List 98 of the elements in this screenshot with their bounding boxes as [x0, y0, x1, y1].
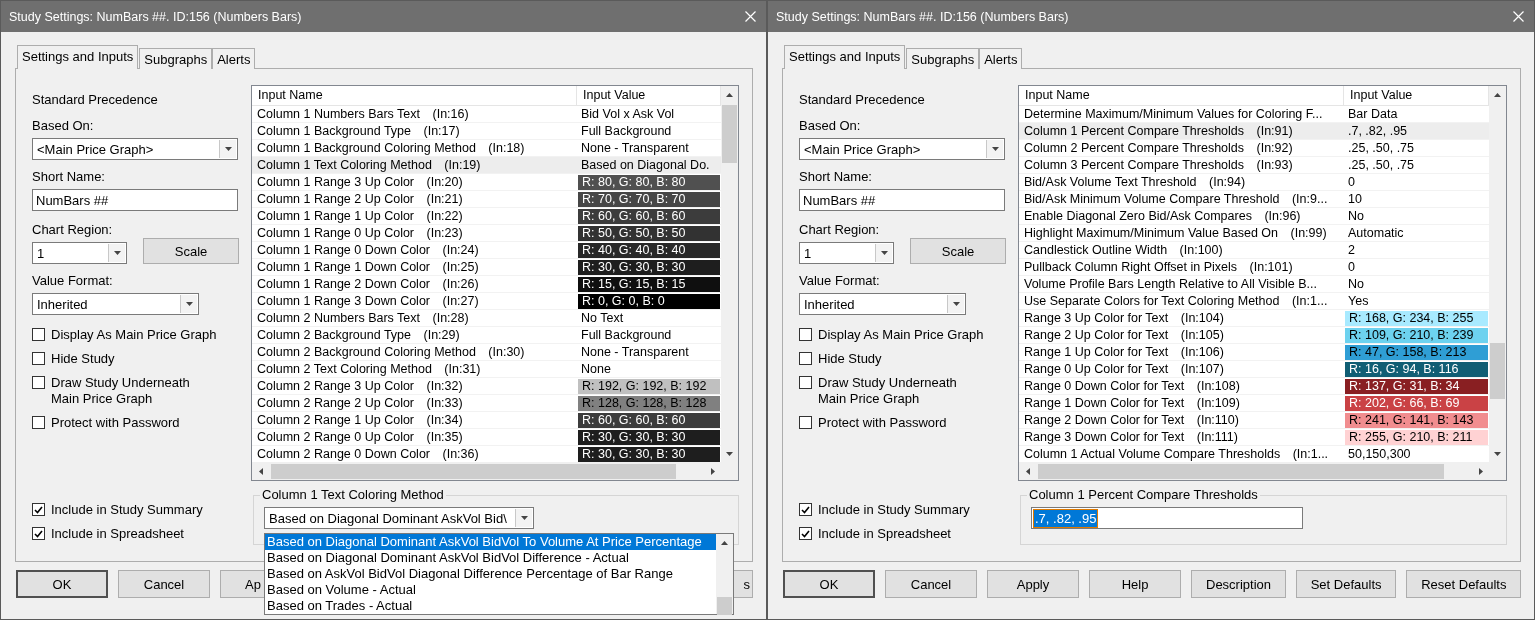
input-name-cell-text: Range 2 Up Color for Text (In:105) [1023, 327, 1225, 343]
input-name-cell-text: Column 1 Background Type (In:17) [256, 123, 461, 139]
input-name-cell-text: Column 1 Numbers Bars Text (In:16) [256, 106, 470, 122]
input-value-cell-text: 0 [1347, 259, 1356, 275]
input-name-cell-text: Column 2 Text Coloring Method (In:31) [256, 361, 482, 377]
input-name-cell-text: Volume Profile Bars Length Relative to All Visible B... [1023, 276, 1318, 292]
color-value-cell: R: 30, G: 30, B: 30 [577, 259, 721, 275]
input-value-cell-text: Bid Vol x Ask Vol [580, 106, 676, 122]
input-name-cell-text: Range 2 Down Color for Text (In:110) [1023, 412, 1240, 428]
input-name-cell-text: Range 1 Up Color for Text (In:106) [1023, 344, 1225, 360]
input-name-cell-text: Column 1 Range 0 Down Color (In:24) [256, 242, 480, 258]
input-value-cell-text: 50,150,300 [1347, 446, 1412, 462]
field-label: Based On: [799, 118, 862, 134]
input-value-cell-text: 2 [1347, 242, 1356, 258]
field-label: Value Format: [799, 273, 881, 289]
window-title: Study Settings: NumBars ##. ID:156 (Numbers Bars) [776, 9, 1069, 24]
group-title: Column 1 Text Coloring Method [261, 487, 445, 503]
precedence-label: Standard Precedence [799, 92, 926, 108]
color-value-cell: R: 47, G: 158, B: 213 [1344, 344, 1489, 360]
input-value-cell-text: Bar Data [1347, 106, 1399, 122]
input-value-cell-text: Full Background [580, 123, 673, 139]
input-name-cell-text: Range 1 Down Color for Text (In:109) [1023, 395, 1241, 411]
input-name-cell-text: Column 1 Range 2 Up Color (In:21) [256, 191, 464, 207]
input-name-cell-text: Column 2 Background Coloring Method (In:30) [256, 344, 526, 360]
group-title: Column 1 Percent Compare Thresholds [1028, 487, 1259, 503]
field-label: Short Name: [32, 169, 106, 185]
input-name-cell-text: Column 2 Percent Compare Thresholds (In:92) [1023, 140, 1294, 156]
input-name-cell-text: Column 2 Background Type (In:29) [256, 327, 461, 343]
field-label: Value Format: [32, 273, 114, 289]
input-value-cell-text: .7, .82, .95 [1347, 123, 1409, 139]
color-value-cell: R: 109, G: 210, B: 239 [1344, 327, 1489, 343]
field-label: Chart Region: [32, 222, 114, 238]
input-name-cell-text: Column 1 Range 1 Down Color (In:25) [256, 259, 480, 275]
input-name-cell-text: Highlight Maximum/Minimum Value Based On (In:99) [1023, 225, 1328, 241]
color-value-cell: R: 60, G: 60, B: 60 [577, 412, 721, 428]
input-name-cell-text: Range 0 Down Color for Text (In:108) [1023, 378, 1241, 394]
precedence-label: Standard Precedence [32, 92, 159, 108]
input-value-cell-text: None - Transparent [580, 344, 690, 360]
input-name-cell-text: Determine Maximum/Minimum Values for Coloring F... [1023, 106, 1324, 122]
input-value-cell-text: None [580, 361, 612, 377]
color-value-cell: R: 70, G: 70, B: 70 [577, 191, 721, 207]
input-name-cell-text: Column 2 Range 1 Up Color (In:34) [256, 412, 464, 428]
input-name-cell-text: Column 1 Range 3 Up Color (In:20) [256, 174, 464, 190]
input-value-cell-text: 0 [1347, 174, 1356, 190]
input-name-cell-text: Range 3 Down Color for Text (In:111) [1023, 429, 1239, 445]
input-name-cell-text: Column 2 Range 0 Up Color (In:35) [256, 429, 464, 445]
color-value-cell: R: 15, G: 15, B: 15 [577, 276, 721, 292]
input-name-cell-text: Range 3 Up Color for Text (In:104) [1023, 310, 1225, 326]
input-value-cell-text: .25, .50, .75 [1347, 157, 1416, 173]
color-value-cell: R: 202, G: 66, B: 69 [1344, 395, 1489, 411]
color-value-cell: R: 241, G: 141, B: 143 [1344, 412, 1489, 428]
input-name-cell-text: Column 1 Percent Compare Thresholds (In:91) [1023, 123, 1294, 139]
input-name-cell-text: Column 1 Background Coloring Method (In:18) [256, 140, 526, 156]
color-value-cell: R: 168, G: 234, B: 255 [1344, 310, 1489, 326]
color-value-cell: R: 128, G: 128, B: 128 [577, 395, 721, 411]
input-name-cell-text: Bid/Ask Minimum Volume Compare Threshold (In:9... [1023, 191, 1329, 207]
input-value-cell-text: .25, .50, .75 [1347, 140, 1416, 156]
input-value-cell-text: Based on Diagonal Do. [580, 157, 711, 173]
input-name-cell-text: Column 1 Text Coloring Method (In:19) [256, 157, 482, 173]
color-value-cell: R: 192, G: 192, B: 192 [577, 378, 721, 394]
input-value-cell-text: None - Transparent [580, 140, 690, 156]
input-value-cell-text: No Text [580, 310, 625, 326]
input-value-cell-text: No [1347, 208, 1365, 224]
color-value-cell: R: 80, G: 80, B: 80 [577, 174, 721, 190]
color-value-cell: R: 137, G: 31, B: 34 [1344, 378, 1489, 394]
input-name-cell-text: Column 2 Numbers Bars Text (In:28) [256, 310, 470, 326]
color-value-cell: R: 0, G: 0, B: 0 [577, 293, 721, 309]
input-name-cell-text: Column 2 Range 2 Up Color (In:33) [256, 395, 464, 411]
window-title: Study Settings: NumBars ##. ID:156 (Numbers Bars) [9, 9, 302, 24]
input-name-cell-text: Use Separate Colors for Text Coloring Method (In:1... [1023, 293, 1329, 309]
color-value-cell: R: 16, G: 94, B: 116 [1344, 361, 1489, 377]
input-value-cell-text: 10 [1347, 191, 1363, 207]
color-value-cell: R: 60, G: 60, B: 60 [577, 208, 721, 224]
input-name-cell-text: Column 2 Range 0 Down Color (In:36) [256, 446, 480, 462]
input-name-cell-text: Range 0 Up Color for Text (In:107) [1023, 361, 1225, 377]
field-label: Short Name: [799, 169, 873, 185]
input-value-cell-text: Full Background [580, 327, 673, 343]
input-name-cell-text: Enable Diagonal Zero Bid/Ask Compares (In:96) [1023, 208, 1302, 224]
color-value-cell: R: 40, G: 40, B: 40 [577, 242, 721, 258]
input-value-cell-text: Yes [1347, 293, 1370, 309]
color-value-cell: R: 30, G: 30, B: 30 [577, 429, 721, 445]
input-name-cell-text: Column 1 Actual Volume Compare Thresholds (In:1... [1023, 446, 1330, 462]
color-value-cell: R: 30, G: 30, B: 30 [577, 446, 721, 462]
field-label: Based On: [32, 118, 95, 134]
input-value-cell-text: No [1347, 276, 1365, 292]
field-label: Chart Region: [799, 222, 881, 238]
input-name-cell-text: Column 1 Range 3 Down Color (In:27) [256, 293, 480, 309]
input-name-cell-text: Candlestick Outline Width (In:100) [1023, 242, 1224, 258]
input-value-cell-text: Automatic [1347, 225, 1405, 241]
input-name-cell-text: Column 1 Range 2 Down Color (In:26) [256, 276, 480, 292]
color-value-cell: R: 50, G: 50, B: 50 [577, 225, 721, 241]
input-name-cell-text: Pullback Column Right Offset in Pixels (In:101) [1023, 259, 1294, 275]
input-name-cell-text: Bid/Ask Volume Text Threshold (In:94) [1023, 174, 1247, 190]
input-name-cell-text: Column 1 Range 0 Up Color (In:23) [256, 225, 464, 241]
color-value-cell: R: 255, G: 210, B: 211 [1344, 429, 1489, 445]
input-name-cell-text: Column 2 Range 3 Up Color (In:32) [256, 378, 464, 394]
input-name-cell-text: Column 1 Range 1 Up Color (In:22) [256, 208, 464, 224]
input-name-cell-text: Column 3 Percent Compare Thresholds (In:93) [1023, 157, 1294, 173]
